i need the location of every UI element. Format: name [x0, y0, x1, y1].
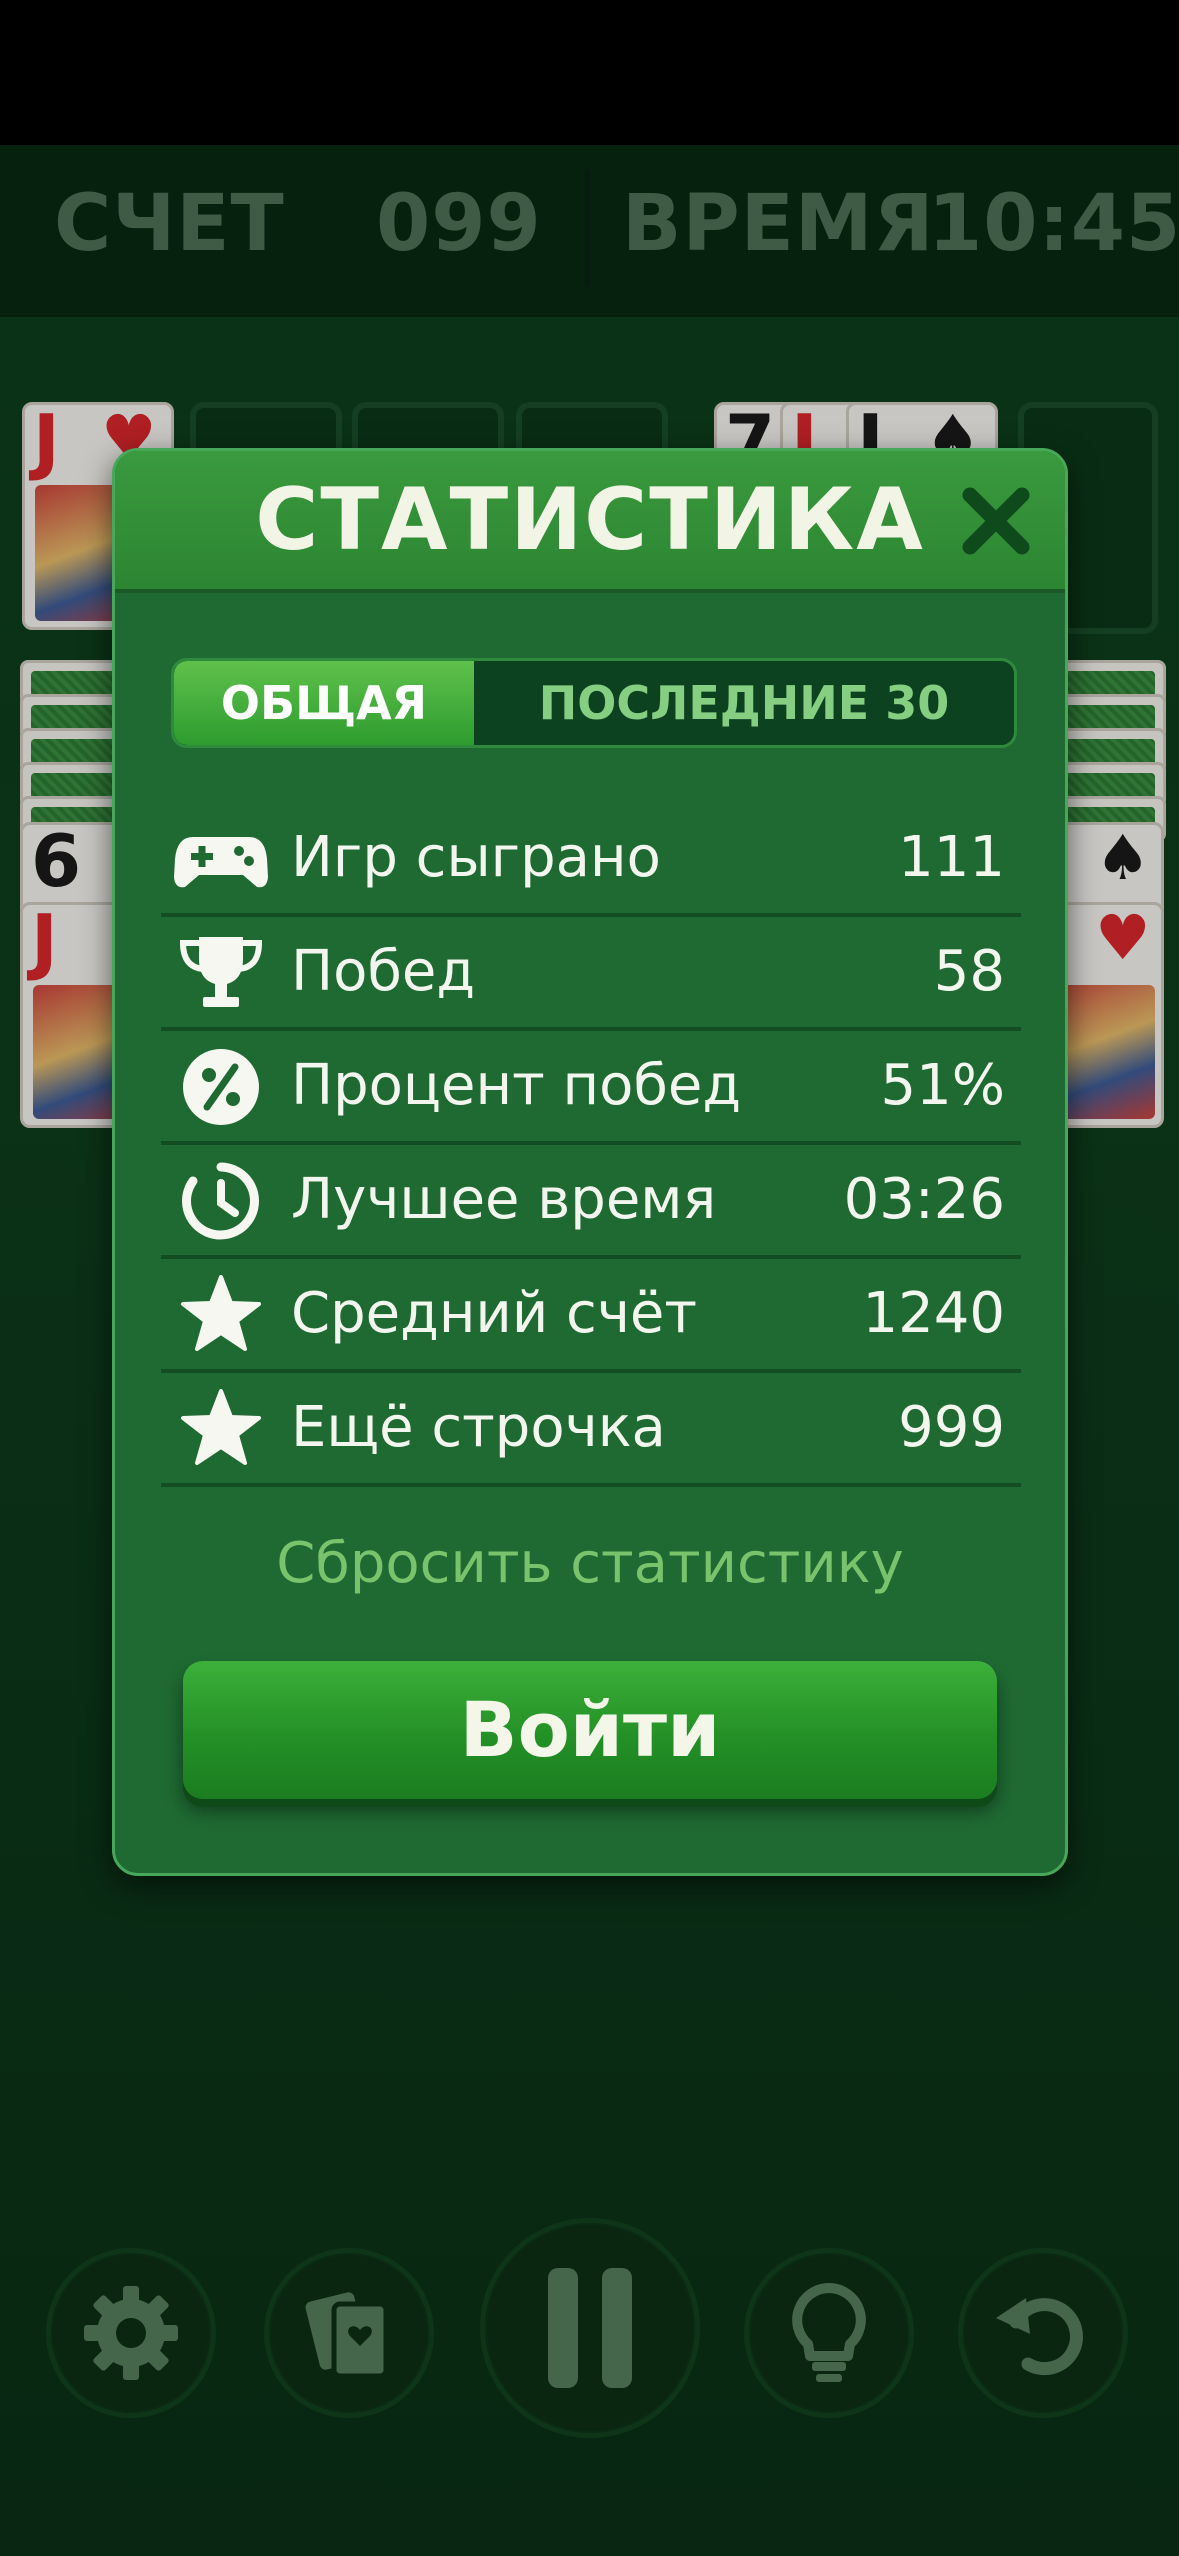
percent-icon — [183, 1049, 259, 1125]
stat-label: Игр сыграно — [291, 825, 661, 890]
stat-row-games-played: Игр сыграно 111 — [161, 803, 1021, 917]
stats-list: Игр сыграно 111 Побед 58 Процент побед 5… — [161, 803, 1021, 1487]
star-icon — [181, 1275, 261, 1351]
clock-icon — [182, 1162, 259, 1240]
tab-general[interactable]: ОБЩАЯ — [174, 661, 474, 745]
dialog-header: СТАТИСТИКА — [115, 451, 1065, 593]
dialog-title: СТАТИСТИКА — [255, 470, 925, 570]
login-button[interactable]: Войти — [183, 1661, 997, 1799]
cards-button[interactable] — [264, 2248, 434, 2418]
stat-row-extra: Ещё строчка 999 — [161, 1373, 1021, 1487]
settings-icon — [84, 2286, 178, 2380]
stat-value: 111 — [898, 825, 1005, 890]
hint-button[interactable] — [744, 2248, 914, 2418]
hint-icon — [792, 2283, 866, 2382]
stat-label: Побед — [291, 939, 476, 1004]
stat-label: Средний счёт — [291, 1281, 697, 1346]
stat-row-average-score: Средний счёт 1240 — [161, 1259, 1021, 1373]
stat-label: Ещё строчка — [291, 1395, 666, 1460]
stat-value: 58 — [933, 939, 1005, 1004]
close-button[interactable] — [958, 483, 1034, 559]
stat-row-best-time: Лучшее время 03:26 — [161, 1145, 1021, 1259]
stat-value: 1240 — [862, 1281, 1005, 1346]
settings-button[interactable] — [46, 2248, 216, 2418]
trophy-icon — [179, 937, 263, 1007]
star-icon — [181, 1389, 261, 1465]
pause-icon — [548, 2268, 632, 2388]
undo-icon — [996, 2298, 1083, 2376]
statistics-dialog: СТАТИСТИКА ОБЩАЯ ПОСЛЕДНИЕ 30 ДНЕЙ Игр с… — [112, 448, 1068, 1876]
close-icon — [962, 487, 1030, 555]
stat-label: Лучшее время — [291, 1167, 717, 1232]
cards-icon — [305, 2292, 389, 2379]
stat-value: 51% — [880, 1053, 1005, 1118]
stat-row-wins: Побед 58 — [161, 917, 1021, 1031]
reset-stats-link[interactable]: Сбросить статистику — [115, 1531, 1065, 1596]
stat-row-win-percent: Процент побед 51% — [161, 1031, 1021, 1145]
pause-button[interactable] — [480, 2218, 700, 2438]
undo-button[interactable] — [958, 2248, 1128, 2418]
tab-last-30-days[interactable]: ПОСЛЕДНИЕ 30 ДНЕЙ — [474, 661, 1014, 745]
stat-label: Процент побед — [291, 1053, 742, 1118]
stat-value: 03:26 — [843, 1167, 1005, 1232]
status-bar — [0, 0, 1179, 145]
gamepad-icon — [174, 837, 268, 888]
stat-value: 999 — [898, 1395, 1005, 1460]
stats-tabs: ОБЩАЯ ПОСЛЕДНИЕ 30 ДНЕЙ — [171, 658, 1017, 748]
